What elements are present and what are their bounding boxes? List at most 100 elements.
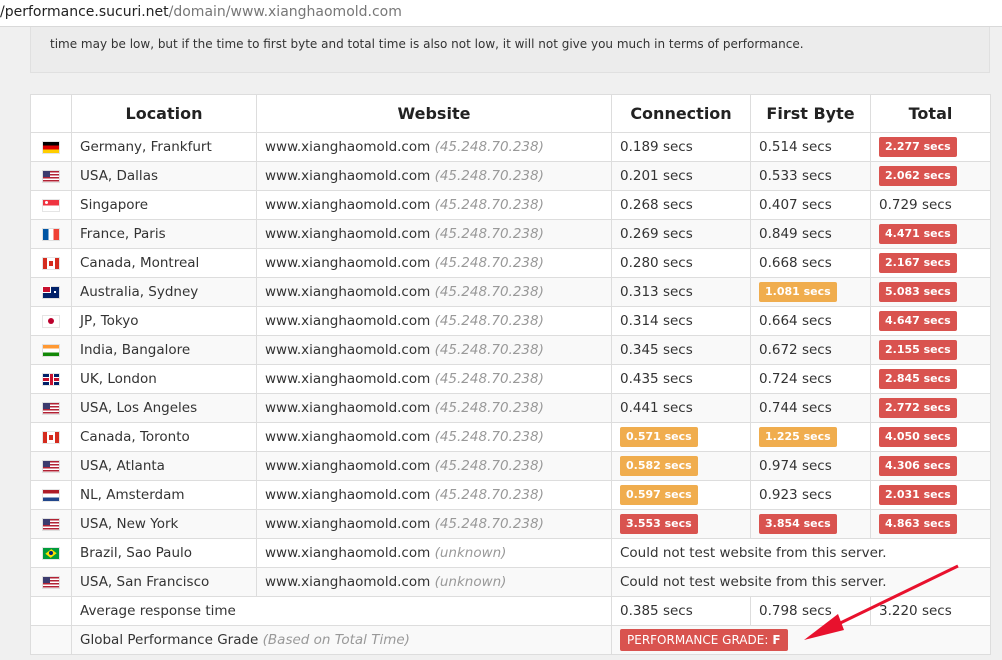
flag-icon-uk bbox=[43, 373, 59, 385]
website-ip: (unknown) bbox=[434, 574, 507, 590]
total-time-cell: 2.772 secs bbox=[870, 393, 991, 423]
website-cell: www.xianghaomold.com (45.248.70.238) bbox=[256, 335, 612, 365]
connection-time-cell: 0.189 secs bbox=[611, 132, 751, 162]
location-cell: Brazil, Sao Paulo bbox=[71, 538, 257, 568]
header-location: Location bbox=[71, 94, 257, 133]
first-byte-time: 0.974 secs bbox=[759, 458, 832, 474]
header-first-byte: First Byte bbox=[750, 94, 871, 133]
first-byte-time: 1.225 secs bbox=[759, 427, 837, 447]
website-cell: www.xianghaomold.com (45.248.70.238) bbox=[256, 277, 612, 307]
connection-time: 0.345 secs bbox=[620, 342, 693, 358]
connection-time-cell: 0.582 secs bbox=[611, 451, 751, 481]
url-host: /performance.sucuri.net bbox=[0, 4, 169, 20]
first-byte-time: 0.514 secs bbox=[759, 139, 832, 155]
address-bar[interactable]: /performance.sucuri.net/domain/www.xiang… bbox=[0, 0, 1002, 27]
total-time-cell: 4.647 secs bbox=[870, 306, 991, 336]
flag-icon-us bbox=[43, 402, 59, 414]
website-domain: www.xianghaomold.com bbox=[265, 342, 431, 358]
first-byte-time-cell: 0.672 secs bbox=[750, 335, 871, 365]
website-cell: www.xianghaomold.com (45.248.70.238) bbox=[256, 422, 612, 452]
website-ip: (45.248.70.238) bbox=[434, 342, 544, 358]
location-cell: Canada, Toronto bbox=[71, 422, 257, 452]
flag-icon-us bbox=[43, 518, 59, 530]
total-time: 5.083 secs bbox=[879, 282, 957, 302]
total-time: 2.772 secs bbox=[879, 398, 957, 418]
flag-icon-nl bbox=[43, 489, 59, 501]
flag-icon-us bbox=[43, 460, 59, 472]
average-flag-cell bbox=[30, 596, 72, 626]
first-byte-time: 1.081 secs bbox=[759, 282, 837, 302]
table-row: UK, London www.xianghaomold.com (45.248.7… bbox=[30, 364, 991, 394]
first-byte-time-cell: 1.081 secs bbox=[750, 277, 871, 307]
first-byte-time: 0.407 secs bbox=[759, 197, 832, 213]
total-time: 4.863 secs bbox=[879, 514, 957, 534]
intro-text-line: time may be low, but if the time to firs… bbox=[50, 37, 804, 51]
table-row: India, Bangalore www.xianghaomold.com (45… bbox=[30, 335, 991, 365]
first-byte-time: 0.672 secs bbox=[759, 342, 832, 358]
connection-time: 0.189 secs bbox=[620, 139, 693, 155]
location-cell: UK, London bbox=[71, 364, 257, 394]
connection-time-cell: 0.269 secs bbox=[611, 219, 751, 249]
website-domain: www.xianghaomold.com bbox=[265, 487, 431, 503]
table-row: NL, Amsterdam www.xianghaomold.com (45.24… bbox=[30, 480, 991, 510]
location-cell: USA, San Francisco bbox=[71, 567, 257, 597]
flag-cell bbox=[30, 480, 72, 510]
website-ip: (45.248.70.238) bbox=[434, 197, 544, 213]
website-ip: (45.248.70.238) bbox=[434, 458, 544, 474]
header-total: Total bbox=[870, 94, 991, 133]
first-byte-time-cell: 0.533 secs bbox=[750, 161, 871, 191]
website-cell: www.xianghaomold.com (45.248.70.238) bbox=[256, 306, 612, 336]
connection-time-cell: 0.314 secs bbox=[611, 306, 751, 336]
table-row: Australia, Sydney www.xianghaomold.com (4… bbox=[30, 277, 991, 307]
location-cell: Singapore bbox=[71, 190, 257, 220]
connection-time-cell: 0.571 secs bbox=[611, 422, 751, 452]
flag-icon-ca bbox=[43, 257, 59, 269]
website-cell: www.xianghaomold.com (45.248.70.238) bbox=[256, 248, 612, 278]
first-byte-time-cell: 0.664 secs bbox=[750, 306, 871, 336]
total-time: 2.031 secs bbox=[879, 485, 957, 505]
flag-icon-au bbox=[43, 286, 59, 298]
first-byte-time-cell: 0.849 secs bbox=[750, 219, 871, 249]
flag-icon-in bbox=[43, 344, 59, 356]
location-cell: USA, Atlanta bbox=[71, 451, 257, 481]
total-time-cell: 2.845 secs bbox=[870, 364, 991, 394]
flag-cell bbox=[30, 451, 72, 481]
first-byte-time-cell: 0.974 secs bbox=[750, 451, 871, 481]
website-cell: www.xianghaomold.com (45.248.70.238) bbox=[256, 190, 612, 220]
website-domain: www.xianghaomold.com bbox=[265, 458, 431, 474]
website-cell: www.xianghaomold.com (45.248.70.238) bbox=[256, 480, 612, 510]
connection-time-cell: 0.597 secs bbox=[611, 480, 751, 510]
connection-time: 0.313 secs bbox=[620, 284, 693, 300]
total-time-cell: 2.277 secs bbox=[870, 132, 991, 162]
first-byte-time-cell: 3.854 secs bbox=[750, 509, 871, 539]
location-cell: NL, Amsterdam bbox=[71, 480, 257, 510]
first-byte-time-cell: 0.514 secs bbox=[750, 132, 871, 162]
website-ip: (45.248.70.238) bbox=[434, 284, 544, 300]
first-byte-time: 0.533 secs bbox=[759, 168, 832, 184]
total-time-cell: 4.306 secs bbox=[870, 451, 991, 481]
connection-time: 0.435 secs bbox=[620, 371, 693, 387]
website-cell: www.xianghaomold.com (45.248.70.238) bbox=[256, 509, 612, 539]
table-row: France, Paris www.xianghaomold.com (45.24… bbox=[30, 219, 991, 249]
website-ip: (45.248.70.238) bbox=[434, 371, 544, 387]
flag-cell bbox=[30, 277, 72, 307]
connection-time: 0.441 secs bbox=[620, 400, 693, 416]
table-row: USA, Dallas www.xianghaomold.com (45.248.… bbox=[30, 161, 991, 191]
total-time-cell: 0.729 secs bbox=[870, 190, 991, 220]
table-row: Canada, Toronto www.xianghaomold.com (45.… bbox=[30, 422, 991, 452]
table-row: USA, Atlanta www.xianghaomold.com (45.248… bbox=[30, 451, 991, 481]
intro-text-box: time may be low, but if the time to firs… bbox=[30, 27, 990, 73]
flag-cell bbox=[30, 219, 72, 249]
website-cell: www.xianghaomold.com (45.248.70.238) bbox=[256, 161, 612, 191]
table-header-row: Location Website Connection First Byte T… bbox=[30, 94, 991, 133]
website-ip: (45.248.70.238) bbox=[434, 516, 544, 532]
table-row: USA, New York www.xianghaomold.com (45.24… bbox=[30, 509, 991, 539]
website-domain: www.xianghaomold.com bbox=[265, 313, 431, 329]
total-time-cell: 2.167 secs bbox=[870, 248, 991, 278]
grade-flag-cell bbox=[30, 625, 72, 655]
flag-icon-jp bbox=[43, 315, 59, 327]
website-ip: (45.248.70.238) bbox=[434, 168, 544, 184]
total-time-cell: 4.471 secs bbox=[870, 219, 991, 249]
website-ip: (45.248.70.238) bbox=[434, 255, 544, 271]
website-ip: (45.248.70.238) bbox=[434, 139, 544, 155]
